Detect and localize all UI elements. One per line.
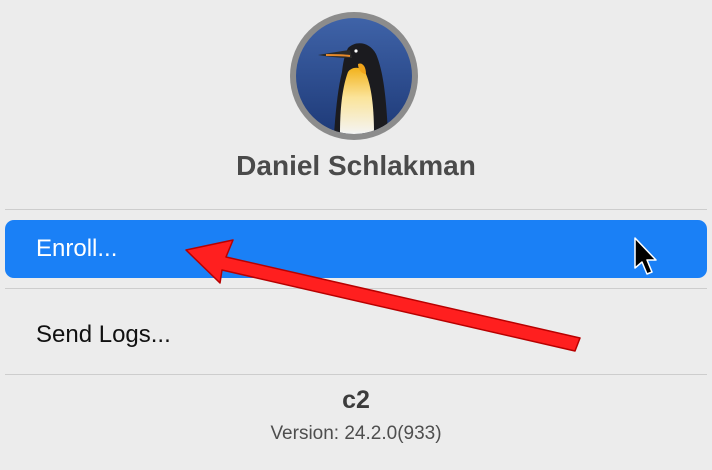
red-arrow-icon xyxy=(185,239,581,352)
annotation-overlay xyxy=(185,237,657,352)
mouse-pointer-icon xyxy=(634,237,657,275)
